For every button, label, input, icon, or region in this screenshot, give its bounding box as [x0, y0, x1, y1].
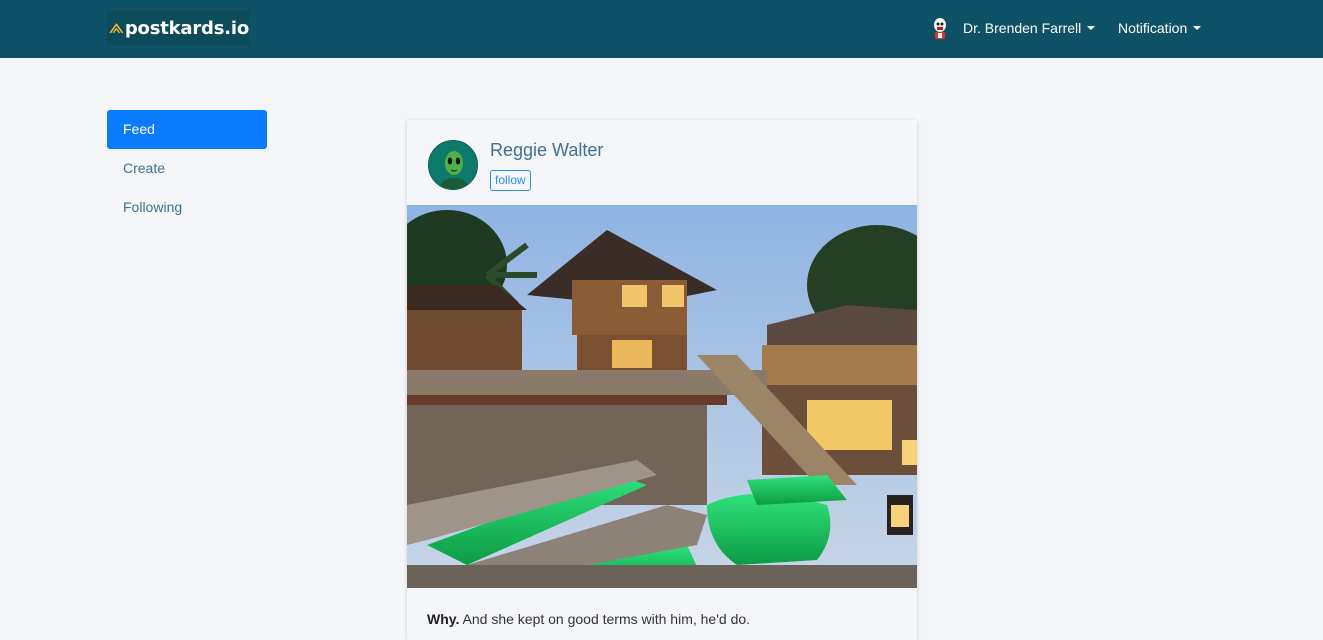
sidebar-item-create[interactable]: Create: [107, 149, 267, 188]
user-menu-dropdown[interactable]: Dr. Brenden Farrell: [963, 20, 1096, 36]
caret-down-icon: [1193, 26, 1202, 30]
sidebar-item-label: Following: [123, 199, 183, 215]
notification-label: Notification: [1118, 20, 1188, 36]
caption-text: And she kept on good terms with him, he'…: [459, 611, 751, 627]
post-card: Reggie Walter follow Why. And she kept o…: [407, 120, 917, 640]
follow-button[interactable]: follow: [490, 170, 531, 191]
user-avatar[interactable]: [930, 17, 950, 43]
brand-name: postkards.io: [124, 17, 249, 39]
chevron-logo-icon: [109, 23, 124, 34]
caption-lead: Why.: [427, 611, 460, 627]
sidebar-item-feed[interactable]: Feed: [107, 110, 267, 149]
sidebar-item-label: Create: [123, 160, 166, 176]
author-avatar[interactable]: [428, 140, 478, 190]
sidebar-item-label: Feed: [123, 121, 155, 137]
post-photo[interactable]: [407, 205, 917, 588]
caret-down-icon: [1087, 26, 1096, 30]
alien-avatar-icon: [429, 141, 477, 189]
author-name-link[interactable]: Reggie Walter: [490, 140, 603, 161]
user-menu-label: Dr. Brenden Farrell: [963, 20, 1082, 36]
sidebar-item-following[interactable]: Following: [107, 188, 267, 227]
post-caption: Why. And she kept on good terms with him…: [427, 611, 750, 627]
brand-link[interactable]: postkards.io: [107, 11, 249, 45]
notification-dropdown[interactable]: Notification: [1118, 20, 1202, 36]
top-navbar: postkards.io Dr. Brenden Farrell Notific…: [0, 0, 1323, 58]
